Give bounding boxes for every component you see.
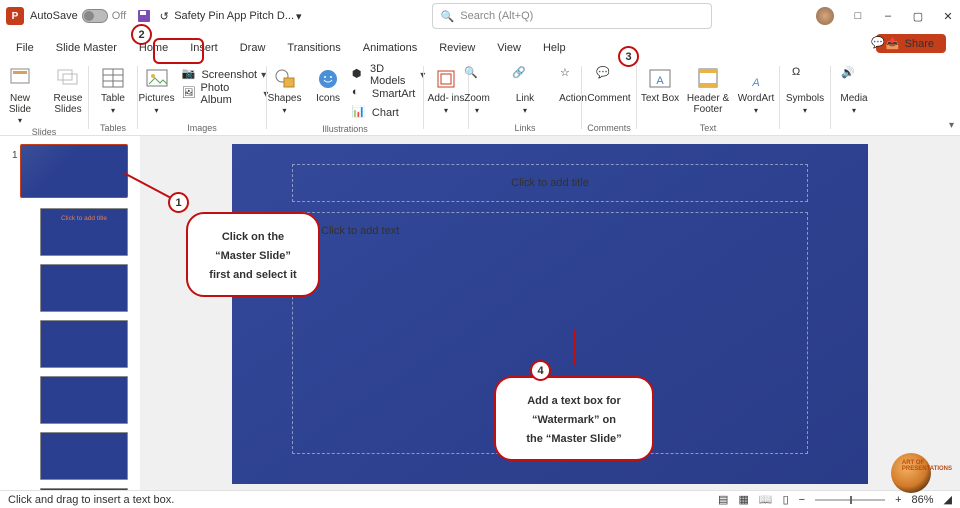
view-reading-icon[interactable]: 📖 bbox=[759, 493, 773, 506]
toggle-icon[interactable] bbox=[82, 9, 108, 23]
master-slide-thumb[interactable] bbox=[20, 144, 128, 198]
undo-icon[interactable]: ↺ bbox=[156, 8, 172, 24]
maximize-icon[interactable]: ▢ bbox=[912, 10, 924, 22]
smartart-button[interactable]: ◐SmartArt bbox=[352, 85, 425, 103]
annotation-badge-4: 4 bbox=[530, 360, 551, 381]
status-bar: Click and drag to insert a text box. ▤ ▦… bbox=[0, 490, 960, 508]
ribbon: New Slide▾ Reuse Slides Slides Table▾ Ta… bbox=[0, 60, 960, 136]
comments-button[interactable]: 💬 bbox=[871, 36, 885, 49]
menu-review[interactable]: Review bbox=[437, 38, 477, 60]
annotation-badge-2: 2 bbox=[131, 24, 152, 45]
share-button[interactable]: 📤 Share bbox=[876, 34, 946, 53]
group-label-text: Text bbox=[700, 121, 717, 133]
view-sorter-icon[interactable]: ▦ bbox=[738, 493, 748, 506]
annotation-callout-1: Click on the “Master Slide” first and se… bbox=[186, 212, 320, 297]
zoom-value[interactable]: 86% bbox=[912, 494, 934, 506]
menu-slide-master[interactable]: Slide Master bbox=[54, 38, 119, 60]
comment-button[interactable]: 💬Comment bbox=[587, 64, 631, 105]
status-text: Click and drag to insert a text box. bbox=[8, 494, 174, 506]
group-label-links: Links bbox=[514, 121, 535, 133]
user-avatar[interactable] bbox=[816, 7, 834, 25]
menu-draw[interactable]: Draw bbox=[238, 38, 268, 60]
search-input[interactable]: 🔍 Search (Alt+Q) bbox=[432, 3, 712, 29]
layout-thumb-2[interactable] bbox=[40, 264, 128, 312]
menu-file[interactable]: File bbox=[14, 38, 36, 60]
zoom-out-icon[interactable]: − bbox=[799, 494, 805, 506]
zoom-slider[interactable] bbox=[815, 499, 885, 501]
photo-album-button[interactable]: 🖼Photo Album ▾ bbox=[181, 85, 268, 103]
search-placeholder: Search (Alt+Q) bbox=[460, 10, 533, 22]
annotation-badge-1: 1 bbox=[168, 192, 189, 213]
menu-view[interactable]: View bbox=[495, 38, 523, 60]
wordart-button[interactable]: AWordArt▾ bbox=[734, 64, 778, 115]
save-icon[interactable] bbox=[136, 8, 152, 24]
title-placeholder[interactable]: Click to add title bbox=[292, 164, 808, 202]
annotation-callout-4: Add a text box for “Watermark” on the “M… bbox=[494, 376, 654, 461]
pictures-button[interactable]: Pictures▾ bbox=[136, 64, 178, 115]
zoom-in-icon[interactable]: + bbox=[895, 494, 901, 506]
autosave-label: AutoSave bbox=[30, 10, 78, 22]
collapse-ribbon-icon[interactable]: ▾ bbox=[949, 120, 954, 131]
autosave-toggle[interactable]: AutoSave Off bbox=[30, 9, 126, 23]
link-button[interactable]: 🔗Link▾ bbox=[503, 64, 547, 115]
shapes-button[interactable]: Shapes▾ bbox=[265, 64, 305, 115]
menu-help[interactable]: Help bbox=[541, 38, 568, 60]
group-label-images: Images bbox=[187, 121, 217, 133]
document-title[interactable]: Safety Pin App Pitch D... bbox=[174, 10, 294, 22]
table-button[interactable]: Table▾ bbox=[91, 64, 135, 115]
annotation-leader-4 bbox=[573, 330, 575, 366]
svg-text:A: A bbox=[656, 75, 664, 87]
icons-button[interactable]: Icons bbox=[308, 64, 348, 105]
annotation-badge-3: 3 bbox=[618, 46, 639, 67]
svg-text:A: A bbox=[751, 77, 759, 89]
slide-thumbnails[interactable]: 1 Click to add title Click to add title bbox=[0, 136, 140, 490]
watermark-logo: ART OFPRESENTATIONS bbox=[870, 452, 952, 494]
3d-models-button[interactable]: ⬢3D Models ▾ bbox=[352, 66, 425, 84]
chart-button[interactable]: 📊Chart bbox=[352, 104, 425, 122]
group-label-comments: Comments bbox=[587, 121, 631, 133]
header-footer-button[interactable]: Header & Footer bbox=[686, 64, 730, 115]
group-label-tables: Tables bbox=[100, 121, 126, 133]
layout-thumb-4[interactable] bbox=[40, 376, 128, 424]
view-slideshow-icon[interactable]: ▯ bbox=[783, 493, 789, 506]
reuse-slides-button: Reuse Slides bbox=[46, 64, 90, 115]
text-box-button[interactable]: AText Box bbox=[638, 64, 682, 105]
new-slide-button[interactable]: New Slide▾ bbox=[0, 64, 42, 125]
layout-thumb-3[interactable] bbox=[40, 320, 128, 368]
menu-insert[interactable]: Insert bbox=[188, 38, 220, 60]
app-icon: P bbox=[6, 7, 24, 25]
zoom-button[interactable]: 🔍Zoom▾ bbox=[455, 64, 499, 115]
menu-transitions[interactable]: Transitions bbox=[285, 38, 342, 60]
minimize-icon[interactable]: – bbox=[882, 10, 894, 22]
autosave-state: Off bbox=[112, 10, 126, 22]
slide-number: 1 bbox=[12, 150, 18, 161]
media-button[interactable]: 🔊Media▾ bbox=[832, 64, 876, 115]
close-icon[interactable]: ✕ bbox=[942, 10, 954, 22]
workspace: 1 Click to add title Click to add title … bbox=[0, 136, 960, 490]
layout-thumb-5[interactable] bbox=[40, 432, 128, 480]
group-label-illus: Illustrations bbox=[322, 122, 368, 134]
ribbon-display-icon[interactable]: □ bbox=[852, 10, 864, 22]
view-normal-icon[interactable]: ▤ bbox=[718, 493, 728, 506]
symbols-button[interactable]: ΩSymbols▾ bbox=[783, 64, 827, 115]
layout-thumb-1[interactable]: Click to add title bbox=[40, 208, 128, 256]
menu-animations[interactable]: Animations bbox=[361, 38, 419, 60]
fit-icon[interactable]: ◢ bbox=[944, 493, 952, 506]
